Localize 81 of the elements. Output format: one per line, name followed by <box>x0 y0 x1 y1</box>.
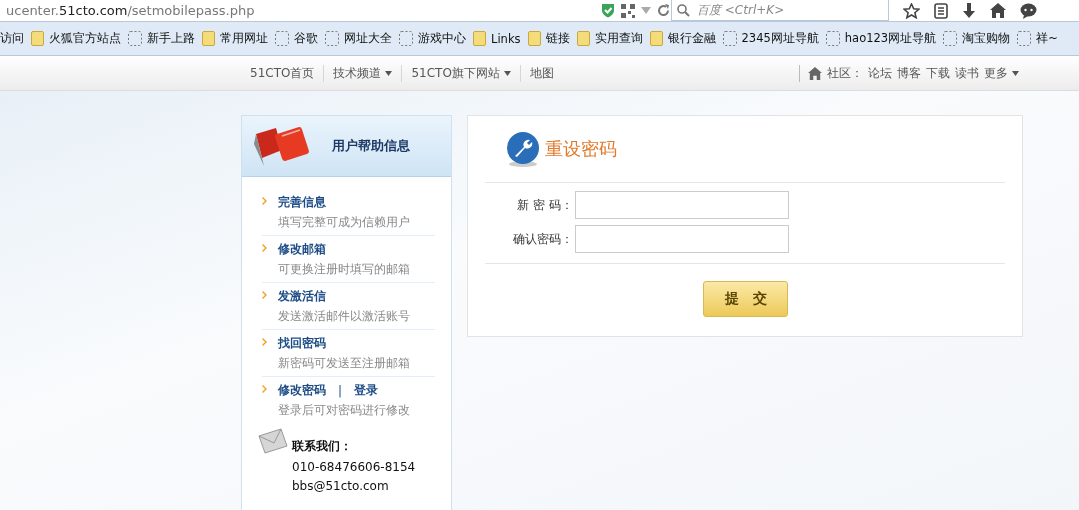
envelope-icon <box>258 428 288 454</box>
download-icon[interactable] <box>962 2 976 19</box>
chevron-icon <box>262 338 267 346</box>
blank-page-icon <box>325 31 339 46</box>
form-title: 重设密码 <box>545 137 617 161</box>
chevron-icon <box>262 244 267 252</box>
folder-icon <box>649 31 663 46</box>
qr-code-icon[interactable] <box>621 3 635 18</box>
help-link[interactable]: 发激活信 <box>278 288 326 305</box>
folder-icon <box>473 31 486 46</box>
blank-page-icon <box>943 31 958 46</box>
community-link[interactable]: 论坛 <box>868 64 892 82</box>
search-icon <box>677 4 690 17</box>
help-description: 可更换注册时填写的邮箱 <box>278 261 411 278</box>
blank-page-icon <box>1017 31 1032 46</box>
password-field[interactable] <box>575 225 789 253</box>
blank-page-icon <box>275 31 289 46</box>
help-description: 新密码可发送至注册邮箱 <box>278 355 411 372</box>
folder-icon <box>202 31 215 46</box>
folder-icon <box>527 31 541 46</box>
home-icon <box>808 66 822 80</box>
bookmark-item[interactable]: 淘宝购物 <box>943 31 1011 46</box>
bookmark-item[interactable]: 访问 <box>0 31 24 46</box>
field-label: 新 密 码： <box>516 196 573 214</box>
nav-link[interactable]: 地图 <box>519 64 563 82</box>
contact-phone: 010-68476606-8154 <box>292 460 417 474</box>
reading-list-icon[interactable] <box>934 2 948 19</box>
blank-page-icon <box>128 31 142 46</box>
blank-page-icon <box>399 31 413 46</box>
home-icon[interactable] <box>990 3 1006 18</box>
contact-email: bbs@51cto.com <box>292 479 390 493</box>
community-label: 社区： <box>827 64 863 82</box>
nav-link[interactable]: 51CTO首页 <box>241 64 324 82</box>
bookmark-item[interactable]: 实用查询 <box>576 31 643 46</box>
password-field[interactable] <box>575 191 789 219</box>
chat-bubble-icon[interactable] <box>1020 2 1037 19</box>
sidebar-title: 用户帮助信息 <box>332 137 410 155</box>
search-field[interactable]: 百度 <Ctrl+K> <box>671 0 889 21</box>
help-link[interactable]: 修改邮箱 <box>278 241 326 258</box>
bookmark-item[interactable]: 游戏中心 <box>399 31 466 46</box>
help-link[interactable]: 找回密码 <box>278 335 326 352</box>
wrench-icon <box>505 130 541 168</box>
help-link[interactable]: 登录 <box>354 382 379 399</box>
nav-link[interactable]: 51CTO旗下网站 <box>401 64 520 82</box>
bookmark-item[interactable]: 新手上路 <box>128 31 195 46</box>
url-field[interactable]: ucenter.51cto.com/setmobilepass.php <box>0 0 601 21</box>
help-link[interactable]: 完善信息 <box>278 194 326 211</box>
community-link[interactable]: 下载 <box>926 64 950 82</box>
field-label: 确认密码： <box>512 230 573 248</box>
help-description: 发送激活邮件以激活账号 <box>278 308 411 325</box>
bookmark-item[interactable]: 网址大全 <box>325 31 392 46</box>
chevron-icon <box>262 385 267 393</box>
folder-icon <box>576 31 590 46</box>
help-description: 填写完整可成为信赖用户 <box>278 214 411 231</box>
help-link[interactable]: 修改密码 <box>278 382 326 399</box>
bookmark-item[interactable]: 祥~ <box>1017 31 1058 46</box>
folder-icon <box>31 31 44 46</box>
separator: | <box>338 383 343 398</box>
chevron-icon <box>262 291 267 299</box>
bookmark-item[interactable]: 谷歌 <box>275 31 318 46</box>
bookmark-item[interactable]: 银行金融 <box>649 31 716 46</box>
chevron-icon <box>262 197 267 205</box>
bookmark-item[interactable]: 2345网址导航 <box>722 31 819 46</box>
reload-icon[interactable] <box>657 4 670 17</box>
bookmark-item[interactable]: 链接 <box>527 31 570 46</box>
bookmark-item[interactable]: 火狐官方站点 <box>31 31 121 46</box>
star-icon[interactable] <box>903 2 920 19</box>
bookmark-item[interactable]: hao123网址导航 <box>825 31 937 46</box>
bookmark-item[interactable]: Links <box>473 31 521 46</box>
nav-link[interactable]: 技术频道 <box>323 64 402 82</box>
contact-title: 联系我们： <box>292 438 353 455</box>
more-menu[interactable]: 更多 <box>984 64 1019 82</box>
blank-page-icon <box>825 31 840 46</box>
bookmark-item[interactable]: 常用网址 <box>202 31 268 46</box>
community-link[interactable]: 读书 <box>955 64 979 82</box>
caret-icon <box>1012 70 1019 76</box>
shield-check-icon <box>601 3 615 18</box>
blank-page-icon <box>722 31 737 46</box>
community-link[interactable]: 博客 <box>897 64 921 82</box>
help-description: 登录后可对密码进行修改 <box>278 402 411 419</box>
submit-button[interactable]: 提 交 <box>703 281 788 317</box>
